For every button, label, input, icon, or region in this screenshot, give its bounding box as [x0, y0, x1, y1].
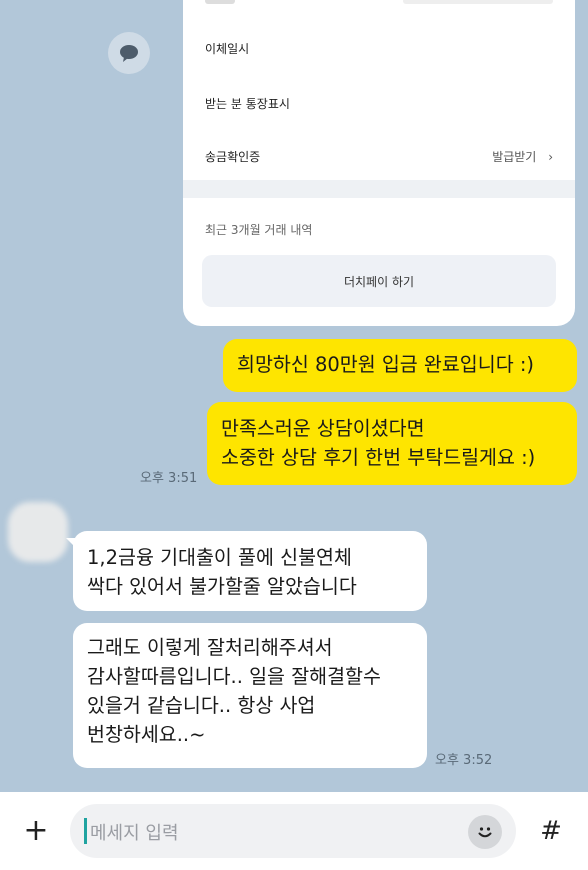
- dutch-pay-button[interactable]: 더치페이 하기: [202, 255, 556, 307]
- cut-off-label: [205, 0, 235, 4]
- card-divider: [183, 180, 575, 198]
- message-timestamp: 오후 3:52: [435, 753, 493, 768]
- issue-certificate-link[interactable]: 발급받기 ›: [492, 148, 553, 165]
- chat-area: 이체일시 받는 분 통장표시 송금확인증 발급받기 › 최근 3개월 거래 내역…: [0, 0, 588, 792]
- my-message-bubble[interactable]: 만족스러운 상담이셨다면 소중한 상담 후기 한번 부탁드릴게요 :): [207, 402, 577, 485]
- chevron-right-icon: ›: [548, 150, 553, 164]
- my-message-bubble[interactable]: 희망하신 80만원 입금 완료입니다 :): [223, 339, 577, 392]
- received-message-bubble[interactable]: 그래도 이렇게 잘처리해주셔서 감사할따름입니다.. 일을 잘해결할수 있을거 …: [73, 623, 427, 768]
- transfer-card: 이체일시 받는 분 통장표시 송금확인증 발급받기 › 최근 3개월 거래 내역…: [183, 0, 575, 326]
- speech-bubble-icon[interactable]: [108, 32, 150, 74]
- recent-transactions-label: 최근 3개월 거래 내역: [205, 223, 313, 237]
- card-row-label: 송금확인증: [205, 150, 261, 164]
- cut-off-value: [403, 0, 553, 4]
- message-timestamp: 오후 3:51: [140, 471, 198, 486]
- issue-certificate-label: 발급받기: [492, 150, 537, 164]
- avatar[interactable]: [8, 502, 68, 562]
- hash-icon[interactable]: #: [530, 810, 572, 852]
- message-input[interactable]: 메세지 입력: [70, 804, 516, 858]
- card-row-label: 이체일시: [205, 42, 250, 56]
- text-cursor: [84, 818, 87, 844]
- emoticon-icon[interactable]: [468, 815, 502, 849]
- card-row-label: 받는 분 통장표시: [205, 97, 290, 111]
- message-input-placeholder: 메세지 입력: [90, 823, 179, 844]
- plus-icon[interactable]: +: [16, 810, 56, 850]
- received-message-bubble[interactable]: 1,2금융 기대출이 풀에 신불연체 싹다 있어서 불가할줄 알았습니다: [73, 531, 427, 611]
- message-input-bar: + 메세지 입력 #: [0, 792, 588, 870]
